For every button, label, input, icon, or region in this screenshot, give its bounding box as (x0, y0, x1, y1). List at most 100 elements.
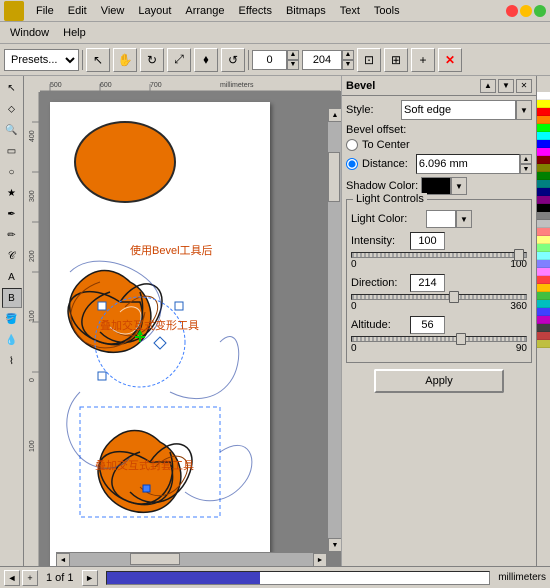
menu-view[interactable]: View (95, 3, 131, 19)
window-max-btn[interactable] (534, 5, 546, 17)
window-close-btn[interactable] (506, 5, 518, 17)
bevel-tool[interactable]: B (2, 288, 22, 308)
prev-page-btn[interactable]: ◄ (4, 570, 20, 586)
palette-color-swatch[interactable] (537, 316, 550, 324)
callig-tool[interactable]: 𝒞 (2, 246, 22, 266)
scale-btn[interactable]: ⤢ (167, 48, 191, 72)
palette-color-swatch[interactable] (537, 228, 550, 236)
vscroll-thumb[interactable] (328, 152, 340, 202)
palette-color-swatch[interactable] (537, 92, 550, 100)
palette-color-swatch[interactable] (537, 212, 550, 220)
menu-edit[interactable]: Edit (62, 3, 93, 19)
distance-down[interactable]: ▼ (520, 164, 532, 174)
menu-text[interactable]: Text (334, 3, 366, 19)
direction-slider-track[interactable] (351, 294, 527, 300)
palette-color-swatch[interactable] (537, 236, 550, 244)
palette-color-swatch[interactable] (537, 148, 550, 156)
select-tool[interactable]: ↖ (2, 78, 22, 98)
menu-file[interactable]: File (30, 3, 60, 19)
fit-page-btn[interactable]: ⊡ (357, 48, 381, 72)
hand-tool-btn[interactable]: ✋ (113, 48, 137, 72)
light-color-btn[interactable]: ▼ (456, 210, 472, 228)
fit-drawing-btn[interactable]: ⊞ (384, 48, 408, 72)
light-color-swatch[interactable] (426, 210, 456, 228)
palette-color-swatch[interactable] (537, 108, 550, 116)
menu-help[interactable]: Help (57, 25, 92, 41)
distance-up[interactable]: ▲ (520, 154, 532, 164)
direction-thumb[interactable] (449, 291, 459, 303)
percent-down-arrow[interactable]: ▼ (342, 60, 354, 70)
hscroll-track[interactable] (70, 553, 313, 566)
palette-color-swatch[interactable] (537, 172, 550, 180)
percent-value-input[interactable]: 204 (302, 50, 342, 70)
add-page-btn[interactable]: + (22, 570, 38, 586)
next-page-btn[interactable]: ► (82, 570, 98, 586)
node-btn[interactable]: ⬧ (194, 48, 218, 72)
palette-color-swatch[interactable] (537, 220, 550, 228)
cancel-btn[interactable]: ✕ (438, 48, 462, 72)
node-tool[interactable]: ⬦ (2, 99, 22, 119)
palette-color-swatch[interactable] (537, 308, 550, 316)
shadow-color-btn[interactable]: ▼ (451, 177, 467, 195)
palette-color-swatch[interactable] (537, 332, 550, 340)
zoom-up-arrow[interactable]: ▲ (287, 50, 299, 60)
rect-tool[interactable]: ▭ (2, 141, 22, 161)
altitude-input[interactable]: 56 (410, 316, 445, 334)
percent-up-arrow[interactable]: ▲ (342, 50, 354, 60)
zoom-tool[interactable]: 🔍 (2, 120, 22, 140)
palette-color-swatch[interactable] (537, 180, 550, 188)
altitude-thumb[interactable] (456, 333, 466, 345)
intensity-slider-track[interactable] (351, 252, 527, 258)
palette-color-swatch[interactable] (537, 100, 550, 108)
style-dropdown-btn[interactable]: ▼ (516, 100, 532, 120)
palette-color-swatch[interactable] (537, 188, 550, 196)
altitude-slider-track[interactable] (351, 336, 527, 342)
presets-select[interactable]: Presets... (4, 49, 79, 71)
connector-tool[interactable]: ⌇ (2, 351, 22, 371)
palette-color-swatch[interactable] (537, 124, 550, 132)
fill-tool[interactable]: 🪣 (2, 309, 22, 329)
pencil-tool[interactable]: ✏ (2, 225, 22, 245)
vscroll-down-btn[interactable]: ▼ (328, 538, 341, 552)
menu-bitmaps[interactable]: Bitmaps (280, 3, 332, 19)
palette-color-swatch[interactable] (537, 260, 550, 268)
palette-color-swatch[interactable] (537, 140, 550, 148)
palette-color-swatch[interactable] (537, 252, 550, 260)
distance-value[interactable]: 6.096 mm (416, 154, 520, 174)
palette-color-swatch[interactable] (537, 116, 550, 124)
hscroll-left-btn[interactable]: ◄ (56, 553, 70, 566)
pen-tool[interactable]: ✒ (2, 204, 22, 224)
palette-color-swatch[interactable] (537, 324, 550, 332)
panel-down-btn[interactable]: ▼ (498, 79, 514, 93)
panel-close-btn[interactable]: ✕ (516, 79, 532, 93)
direction-input[interactable]: 214 (410, 274, 445, 292)
canvas-content[interactable]: 使用Bevel工具后 叠加交互式变形工具 叠加交互式封套工具 ▲ ▼ ◄ ► (40, 92, 341, 566)
zoom-in-btn[interactable]: + (411, 48, 435, 72)
palette-color-swatch[interactable] (537, 284, 550, 292)
menu-tools[interactable]: Tools (368, 3, 406, 19)
undo-btn[interactable]: ↺ (221, 48, 245, 72)
palette-color-swatch[interactable] (537, 340, 550, 348)
star-tool[interactable]: ★ (2, 183, 22, 203)
palette-color-swatch[interactable] (537, 156, 550, 164)
palette-color-swatch[interactable] (537, 196, 550, 204)
hscroll-right-btn[interactable]: ► (313, 553, 327, 566)
apply-button[interactable]: Apply (374, 369, 504, 393)
vscroll-track[interactable] (328, 122, 341, 538)
distance-radio[interactable] (346, 158, 358, 170)
palette-color-swatch[interactable] (537, 164, 550, 172)
palette-color-swatch[interactable] (537, 292, 550, 300)
text-tool[interactable]: A (2, 267, 22, 287)
to-center-radio[interactable] (346, 139, 358, 151)
zoom-value-input[interactable]: 0 (252, 50, 287, 70)
palette-color-swatch[interactable] (537, 268, 550, 276)
palette-color-swatch[interactable] (537, 204, 550, 212)
menu-effects[interactable]: Effects (233, 3, 278, 19)
menu-arrange[interactable]: Arrange (179, 3, 230, 19)
palette-color-swatch[interactable] (537, 300, 550, 308)
rotate-btn[interactable]: ↻ (140, 48, 164, 72)
palette-color-swatch[interactable] (537, 244, 550, 252)
style-value[interactable]: Soft edge (401, 100, 516, 120)
zoom-down-arrow[interactable]: ▼ (287, 60, 299, 70)
vscroll-up-btn[interactable]: ▲ (328, 108, 341, 122)
